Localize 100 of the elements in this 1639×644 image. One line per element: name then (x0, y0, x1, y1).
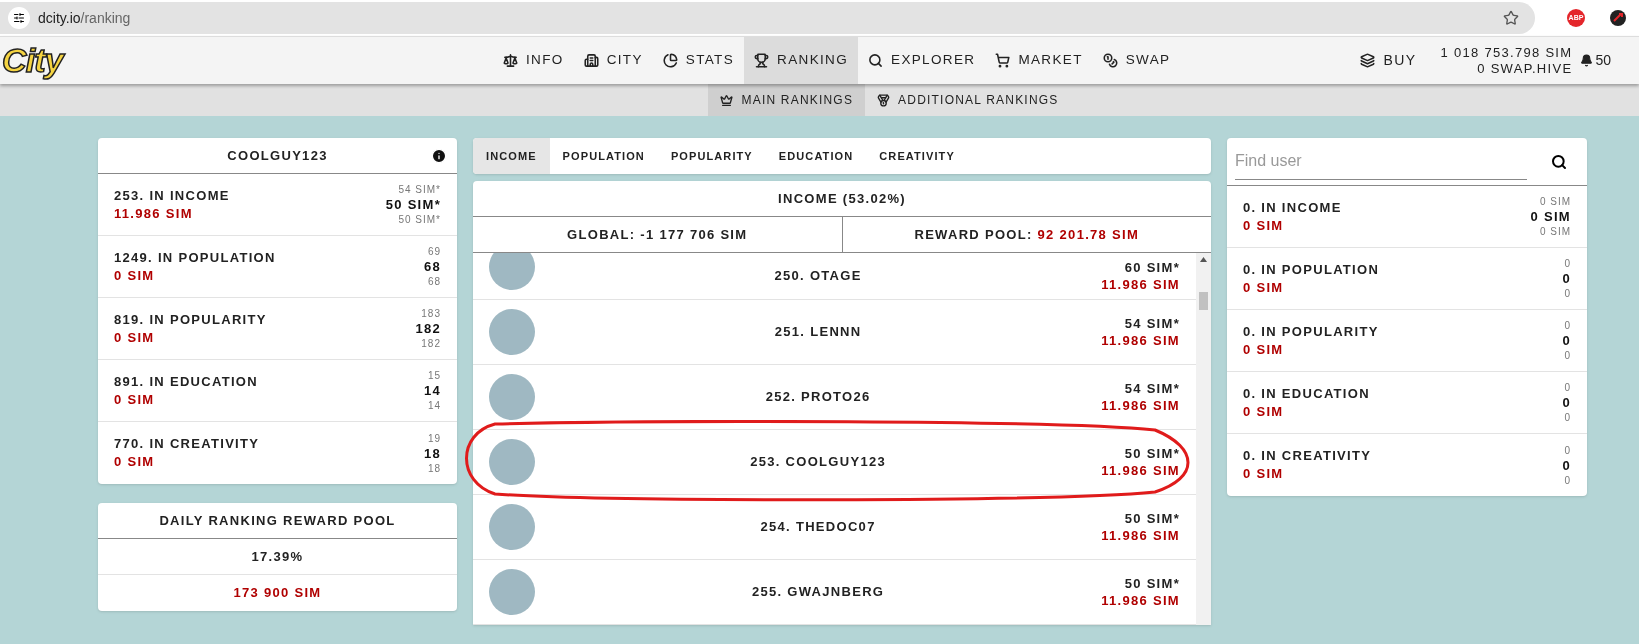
scale-icon (503, 53, 518, 68)
category-tab[interactable]: POPULATION (549, 138, 658, 174)
reward-amount: 0 SIM (114, 390, 156, 409)
next-score: 15 (427, 369, 441, 383)
extension-icon[interactable] (1609, 9, 1627, 27)
scrollbar[interactable] (1196, 253, 1211, 625)
reward-amount: 11.986 SIM (114, 204, 194, 223)
avatar (489, 439, 535, 485)
reward-amount: 0 SIM (1243, 340, 1285, 359)
ranking-row[interactable]: 250. OTAGE 60 SIM* 11.986 SIM (473, 253, 1196, 300)
reward-amount: 0 SIM (114, 453, 156, 471)
nav-tab[interactable]: CITY (573, 37, 653, 84)
balance-text: 0 SWAP.HIVE (1477, 60, 1573, 77)
building-icon (583, 53, 599, 68)
previous-score: 0 (1564, 411, 1571, 425)
pool-amount: 173 900 SIM (233, 584, 322, 603)
card-title: INCOME (53.02%) (778, 189, 906, 208)
category-tab[interactable]: INCOME (473, 138, 550, 174)
nav-tab[interactable]: MARKET (985, 37, 1093, 84)
rank-label: 0. IN CREATIVITY (1243, 447, 1372, 465)
previous-score: 14 (427, 399, 441, 413)
score: 68 (423, 259, 441, 274)
search-icon (868, 53, 884, 68)
reward-amount: 0 SIM (114, 328, 156, 347)
user-rank-name: 250. OTAGE (773, 267, 863, 286)
ranking-row[interactable]: 254. THEDOC07 50 SIM* 11.986 SIM (473, 495, 1196, 560)
nav-tab[interactable]: EXPLORER (858, 37, 986, 84)
rank-label: 770. IN CREATIVITY (114, 435, 260, 453)
score: 182 (415, 321, 441, 336)
ranking-row[interactable]: 251. LENNN 54 SIM* 11.986 SIM (473, 300, 1196, 365)
scroll-up-icon[interactable] (1200, 257, 1207, 262)
score: 50 SIM* (1124, 445, 1180, 462)
rank-label: 0. IN POPULATION (1243, 260, 1380, 279)
score: 54 SIM* (1124, 380, 1180, 397)
previous-score: 0 (1564, 473, 1571, 488)
next-score: 0 (1564, 319, 1571, 333)
previous-score: 18 (427, 461, 441, 476)
ranking-row[interactable]: 252. PROTO26 54 SIM* 11.986 SIM (473, 365, 1196, 430)
subnav-tab[interactable]: MAIN RANKINGS (708, 84, 866, 116)
avatar (489, 504, 535, 550)
previous-score: 0 (1564, 287, 1571, 301)
reward-amount: 11.986 SIM (1101, 527, 1180, 544)
url-path: /ranking (80, 8, 131, 28)
ranking-row[interactable]: 253. COOLGUY123 50 SIM* 11.986 SIM (473, 430, 1196, 495)
score: 54 SIM* (1124, 315, 1180, 332)
nav-tab[interactable]: SWAP (1092, 37, 1181, 84)
score: 0 (1562, 395, 1571, 410)
card-title: COOLGUY123 (227, 146, 328, 165)
card-title: DAILY RANKING REWARD POOL (159, 511, 396, 530)
rank-label: 1249. IN POPULATION (114, 248, 276, 267)
bookmark-star-icon[interactable] (1503, 10, 1519, 26)
score: 50 SIM* (1124, 510, 1180, 527)
previous-score: 68 (427, 275, 441, 289)
nav-tab[interactable]: INFO (493, 37, 574, 84)
score: 14 (423, 383, 441, 398)
pool-percent: 17.39% (251, 547, 304, 566)
user-rank-name: 252. PROTO26 (764, 388, 872, 407)
user-rank-name: 254. THEDOC07 (759, 518, 877, 537)
user-rank-name: 253. COOLGUY123 (749, 453, 887, 472)
score: 0 SIM (1530, 209, 1571, 224)
category-tab[interactable]: CREATIVITY (866, 138, 968, 174)
avatar (489, 569, 535, 615)
site-settings-icon[interactable] (13, 12, 25, 24)
avatar (489, 374, 535, 420)
previous-score: 50 SIM* (398, 213, 441, 227)
nav-tab[interactable]: RANKING (744, 37, 859, 84)
nav-tab[interactable]: STATS (652, 37, 745, 84)
trophy-icon (754, 53, 770, 68)
reward-amount: 0 SIM (1243, 278, 1285, 297)
next-score: 0 SIM (1539, 195, 1571, 209)
reward-amount: 11.986 SIM (1101, 276, 1180, 293)
score: 0 (1562, 271, 1571, 286)
avatar (489, 309, 535, 355)
buy-button[interactable]: BUY (1360, 50, 1417, 71)
score: 0 (1562, 457, 1571, 473)
address-bar[interactable]: dcity.io/ranking (0, 2, 1535, 34)
notifications-button[interactable]: 50 (1580, 50, 1611, 71)
previous-score: 0 SIM (1539, 225, 1571, 239)
find-user-field[interactable]: Find user (1235, 143, 1527, 180)
next-score: 0 (1564, 443, 1571, 458)
reward-amount: 11.986 SIM (1101, 397, 1180, 414)
category-tab[interactable]: EDUCATION (765, 138, 867, 174)
next-score: 19 (427, 431, 441, 446)
layers-icon (1360, 53, 1376, 68)
reward-pool-label: REWARD POOL: (914, 225, 1033, 244)
rank-label: 253. IN INCOME (114, 186, 230, 205)
reward-pool-value: 92 201.78 SIM (1037, 225, 1140, 244)
info-icon[interactable] (431, 147, 447, 164)
bell-icon (1580, 54, 1594, 67)
cart-icon (995, 53, 1011, 68)
previous-score: 0 (1564, 349, 1571, 363)
reward-amount: 11.986 SIM (1101, 332, 1180, 349)
reward-amount: 11.986 SIM (1101, 592, 1180, 609)
crown-icon (720, 93, 734, 107)
subnav-tab[interactable]: ADDITIONAL RANKINGS (865, 84, 1071, 116)
search-icon[interactable] (1551, 153, 1567, 170)
ranking-row[interactable]: 255. GWAJNBERG 50 SIM* 11.986 SIM (473, 560, 1196, 625)
category-tab[interactable]: POPULARITY (657, 138, 766, 174)
scroll-thumb[interactable] (1199, 292, 1208, 310)
coins-icon (1102, 53, 1118, 68)
